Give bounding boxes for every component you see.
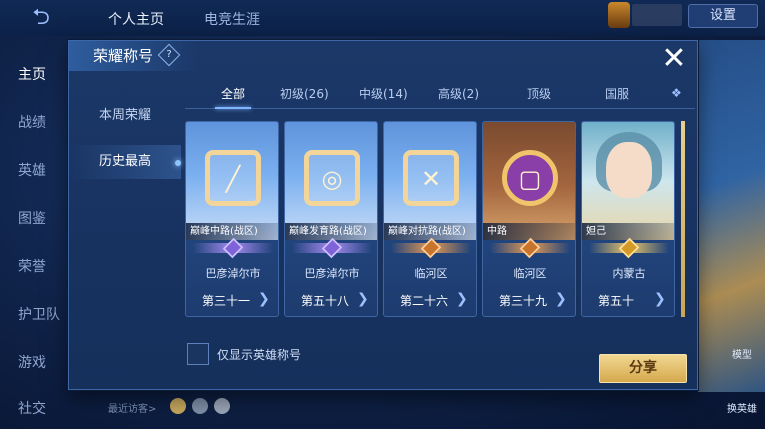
filter-tabs: 全部 初级(26) 中级(14) 高级(2) 顶级 国服 ❖ <box>185 81 695 109</box>
change-hero-button[interactable]: 换英雄 <box>722 400 762 415</box>
rank-badge-icon <box>391 237 471 261</box>
card-rank: 第五十 <box>598 294 635 308</box>
tab-national[interactable]: 国服 <box>605 85 629 102</box>
hero-titles-only-checkbox[interactable] <box>187 343 209 365</box>
title-card[interactable]: 妲己 内蒙古 第五十 ❯ <box>581 121 675 317</box>
dialog-title: 荣耀称号 <box>93 47 154 65</box>
back-button[interactable]: ⮌ <box>18 6 64 30</box>
card-region: 巴彦淖尔市 <box>205 267 261 280</box>
card-region: 内蒙古 <box>612 267 646 280</box>
side-item-games[interactable]: 游戏 <box>18 352 68 372</box>
title-card-partial[interactable] <box>681 121 685 317</box>
nav-this-week[interactable]: 本周荣耀 <box>69 99 181 133</box>
checkbox-label: 仅显示英雄称号 <box>217 348 302 362</box>
tab-profile[interactable]: 个人主页 <box>108 9 164 29</box>
rank-badge-icon <box>292 237 372 261</box>
side-item-honor[interactable]: 荣誉 <box>18 256 68 276</box>
visitor-avatar[interactable] <box>192 398 208 414</box>
hero-background-art <box>698 40 765 392</box>
side-item-guard[interactable]: 护卫队 <box>18 304 68 324</box>
card-rank: 第三十九 <box>499 294 548 308</box>
mid-role-emblem-icon: ▢ <box>502 150 558 206</box>
chevron-right-icon[interactable]: ❯ <box>654 290 666 308</box>
tab-esports[interactable]: 电竞生涯 <box>204 9 260 29</box>
rank-badge-icon <box>589 237 669 261</box>
more-tabs-icon[interactable]: ❖ <box>671 86 685 100</box>
title-card-list: ╱ 巅峰中路(战区) 巴彦淖尔市 第三十一 ❯ ◎ 巅峰发育路(战区) 巴彦淖尔… <box>185 121 685 317</box>
side-item-social[interactable]: 社交 <box>18 398 68 418</box>
card-rank-row[interactable]: 第五十八 ❯ <box>285 290 377 310</box>
model-button[interactable]: 模型 <box>722 346 762 361</box>
title-card[interactable]: ▢ 中路 临河区 第三十九 ❯ <box>482 121 576 317</box>
chevron-right-icon[interactable]: ❯ <box>357 290 369 308</box>
card-rank-row[interactable]: 第五十 ❯ <box>582 290 674 310</box>
avatar[interactable] <box>608 2 630 28</box>
side-item-gallery[interactable]: 图鉴 <box>18 208 68 228</box>
settings-button[interactable]: 设置 <box>688 4 758 28</box>
rank-badge-icon <box>193 237 273 261</box>
card-rank-row[interactable]: 第三十九 ❯ <box>483 290 575 310</box>
nav-history-best[interactable]: 历史最高 <box>69 145 181 179</box>
mid-lane-emblem-icon: ╱ <box>205 150 261 206</box>
tab-all[interactable]: 全部 <box>215 85 251 109</box>
visitor-avatar[interactable] <box>170 398 186 414</box>
selected-dot-icon <box>175 160 181 166</box>
clash-lane-emblem-icon: ✕ <box>403 150 459 206</box>
chevron-right-icon[interactable]: ❯ <box>555 290 567 308</box>
farm-lane-emblem-icon: ◎ <box>304 150 360 206</box>
tab-top[interactable]: 顶级 <box>527 85 551 102</box>
chevron-right-icon[interactable]: ❯ <box>456 290 468 308</box>
card-rank: 第二十六 <box>400 294 449 308</box>
title-card[interactable]: ◎ 巅峰发育路(战区) 巴彦淖尔市 第五十八 ❯ <box>284 121 378 317</box>
title-card[interactable]: ╱ 巅峰中路(战区) 巴彦淖尔市 第三十一 ❯ <box>185 121 279 317</box>
card-rank-row[interactable]: 第二十六 ❯ <box>384 290 476 310</box>
tab-middle[interactable]: 中级(14) <box>359 85 408 102</box>
side-item-record[interactable]: 战绩 <box>18 112 68 132</box>
honor-title-dialog: 荣耀称号 ? ✕ 本周荣耀 历史最高 全部 初级(26) 中级(14) 高级(2… <box>68 40 698 390</box>
chevron-right-icon[interactable]: ❯ <box>258 290 270 308</box>
close-button[interactable]: ✕ <box>659 44 689 75</box>
hero-face <box>606 142 652 198</box>
card-rank: 第三十一 <box>202 294 251 308</box>
tab-senior[interactable]: 高级(2) <box>438 85 479 102</box>
side-item-home[interactable]: 主页 <box>18 64 68 84</box>
tab-junior[interactable]: 初级(26) <box>280 85 329 102</box>
side-item-heroes[interactable]: 英雄 <box>18 160 68 180</box>
visitor-avatar[interactable] <box>214 398 230 414</box>
recent-visitors-link[interactable]: 最近访客> <box>108 400 156 415</box>
tab-all-label: 全部 <box>220 87 245 101</box>
card-region: 临河区 <box>414 267 448 280</box>
share-button[interactable]: 分享 <box>599 354 687 383</box>
rank-badge-icon <box>490 237 570 261</box>
title-card[interactable]: ✕ 巅峰对抗路(战区) 临河区 第二十六 ❯ <box>383 121 477 317</box>
card-rank-row[interactable]: 第三十一 ❯ <box>186 290 278 310</box>
tab-underline <box>215 107 251 109</box>
player-info-box <box>632 4 682 26</box>
card-rank: 第五十八 <box>301 294 350 308</box>
card-region: 巴彦淖尔市 <box>304 267 360 280</box>
left-nav: 本周荣耀 历史最高 <box>69 91 181 381</box>
card-region: 临河区 <box>513 267 547 280</box>
nav-history-label: 历史最高 <box>98 154 151 169</box>
